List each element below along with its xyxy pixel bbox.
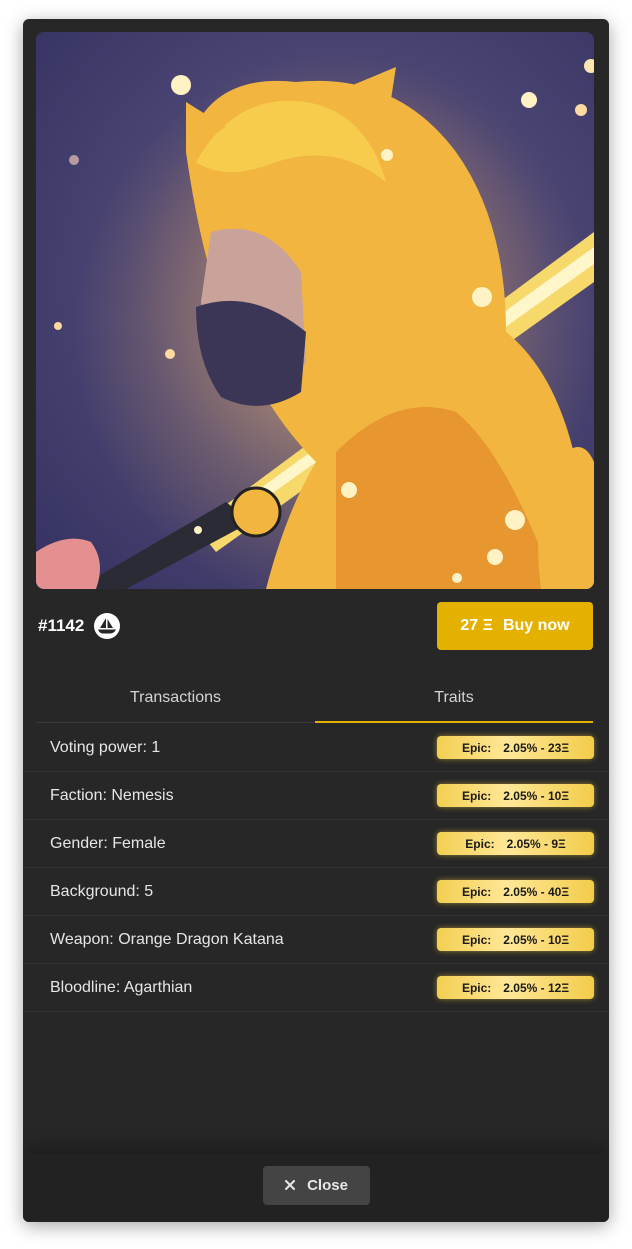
nft-title-row: #1142 27 Ξ Buy now: [38, 602, 593, 650]
buy-price: 27 Ξ: [460, 617, 493, 634]
close-icon: [285, 1177, 296, 1194]
trait-row: Background: 5 Epic: 2.05% - 40Ξ: [23, 868, 609, 916]
trait-rarity: Epic:: [461, 980, 492, 995]
tab-traits[interactable]: Traits: [315, 674, 593, 723]
trait-rarity: Epic:: [461, 788, 492, 803]
trait-value: 2.05% - 9Ξ: [506, 836, 566, 851]
buy-label: Buy now: [502, 617, 570, 634]
trait-rarity-badge: Epic: 2.05% - 40Ξ: [437, 880, 594, 903]
trait-value: 2.05% - 12Ξ: [503, 980, 570, 995]
modal-footer: Close: [23, 1154, 609, 1222]
token-id: #1142: [38, 616, 85, 635]
buy-now-button[interactable]: 27 Ξ Buy now: [437, 602, 593, 650]
trait-label: Gender: Female: [50, 835, 166, 852]
trait-rarity: Epic:: [461, 932, 492, 947]
trait-rarity-badge: Epic: 2.05% - 23Ξ: [437, 736, 594, 759]
nft-artwork: [36, 32, 594, 589]
tab-transactions[interactable]: Transactions: [36, 674, 315, 722]
trait-value: 2.05% - 10Ξ: [503, 932, 570, 947]
trait-rarity-badge: Epic: 2.05% - 9Ξ: [437, 832, 594, 855]
trait-label: Background: 5: [50, 883, 154, 900]
trait-rarity-badge: Epic: 2.05% - 10Ξ: [437, 928, 594, 951]
trait-label: Voting power: 1: [50, 739, 161, 756]
trait-row: Gender: Female Epic: 2.05% - 9Ξ: [23, 820, 609, 868]
trait-value: 2.05% - 10Ξ: [503, 788, 570, 803]
detail-tabs: Transactions Traits: [36, 674, 593, 723]
trait-label: Bloodline: Agarthian: [50, 979, 193, 996]
trait-rarity-badge: Epic: 2.05% - 12Ξ: [437, 976, 594, 999]
trait-row: Voting power: 1 Epic: 2.05% - 23Ξ: [23, 724, 609, 772]
trait-rarity: Epic:: [461, 740, 492, 755]
trait-rarity: Epic:: [465, 836, 495, 851]
close-label: Close: [307, 1177, 348, 1194]
traits-list: Voting power: 1 Epic: 2.05% - 23Ξ Factio…: [23, 724, 609, 1012]
trait-label: Weapon: Orange Dragon Katana: [50, 931, 284, 948]
opensea-ship-icon[interactable]: [94, 613, 120, 639]
trait-label: Faction: Nemesis: [50, 787, 174, 804]
trait-rarity: Epic:: [461, 884, 492, 899]
close-button[interactable]: Close: [263, 1166, 370, 1205]
trait-row: Bloodline: Agarthian Epic: 2.05% - 12Ξ: [23, 964, 609, 1012]
nft-detail-modal: #1142 27 Ξ Buy now Transactions Traits V…: [23, 19, 609, 1222]
trait-value: 2.05% - 23Ξ: [503, 740, 570, 755]
trait-row: Faction: Nemesis Epic: 2.05% - 10Ξ: [23, 772, 609, 820]
trait-value: 2.05% - 40Ξ: [503, 884, 570, 899]
trait-rarity-badge: Epic: 2.05% - 10Ξ: [437, 784, 594, 807]
trait-row: Weapon: Orange Dragon Katana Epic: 2.05%…: [23, 916, 609, 964]
